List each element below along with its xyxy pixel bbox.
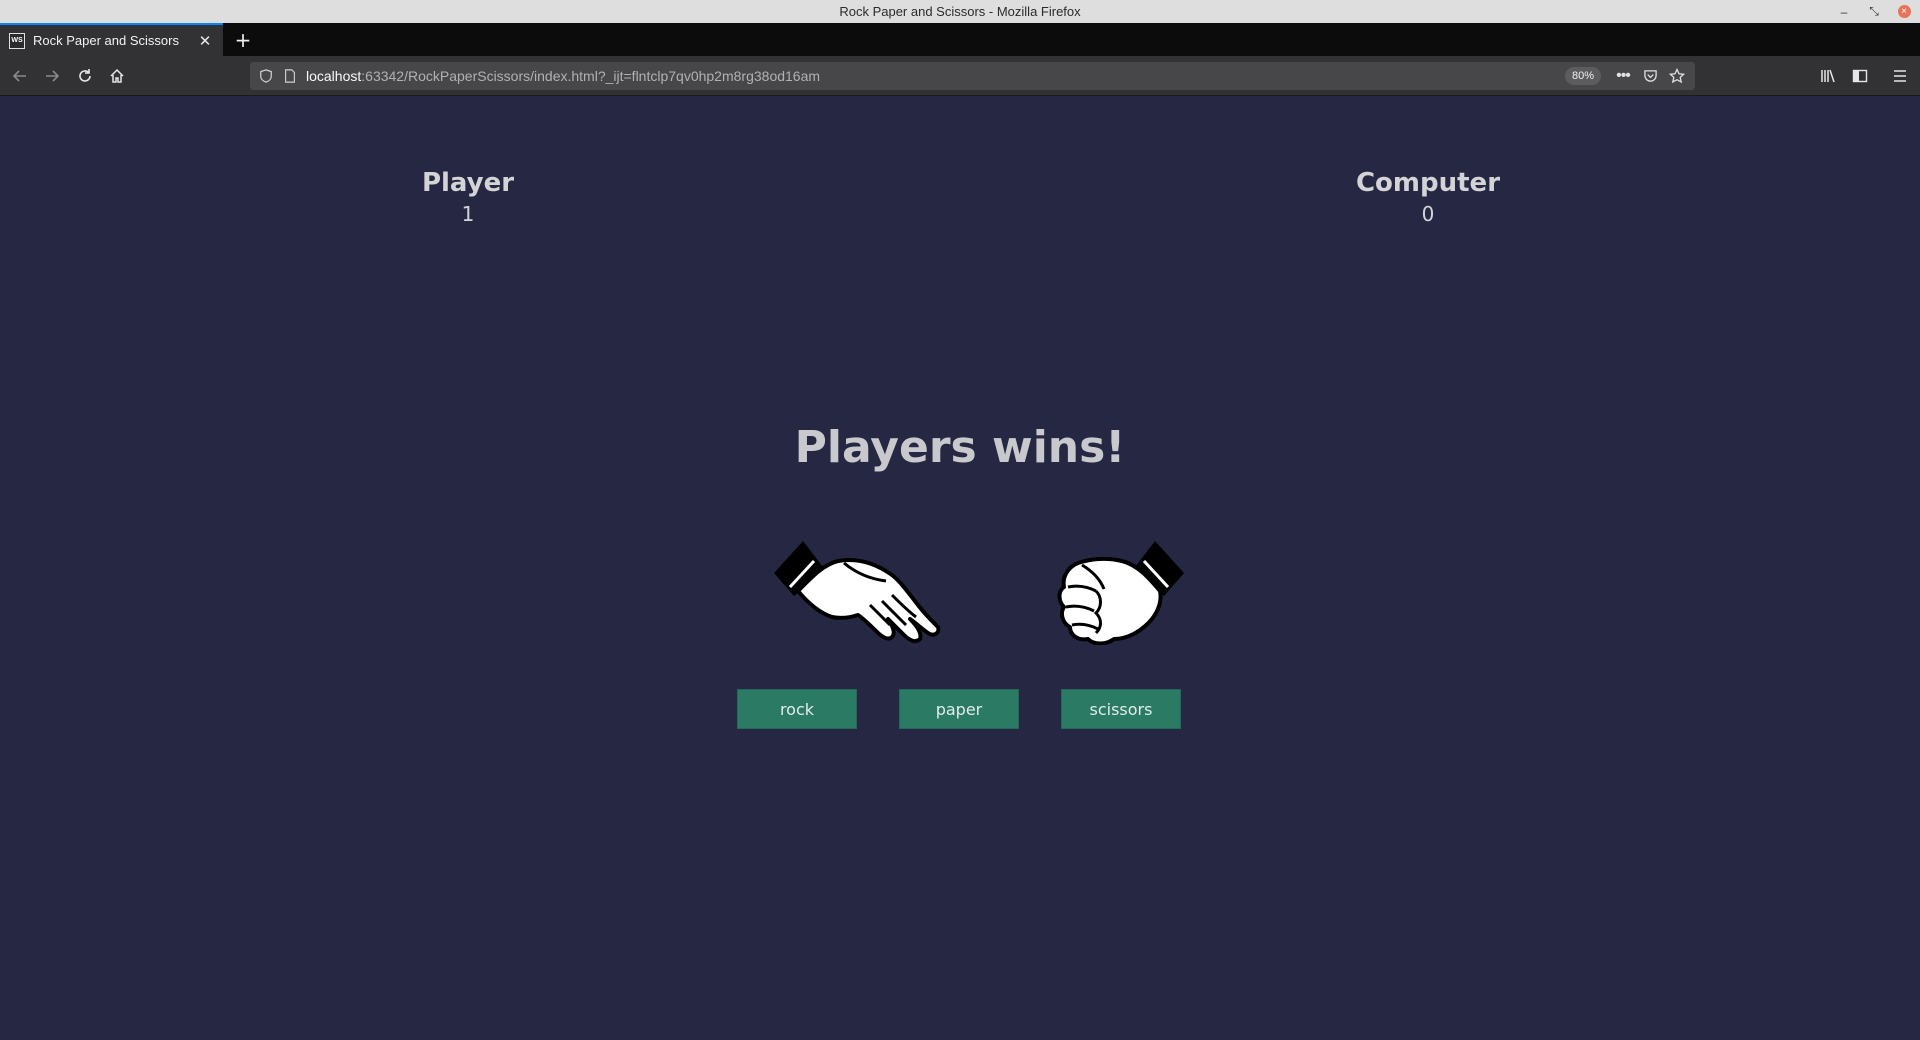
window-titlebar: Rock Paper and Scissors - Mozilla Firefo…: [0, 0, 1920, 23]
rock-button[interactable]: rock: [737, 689, 857, 729]
forward-button[interactable]: [39, 63, 65, 89]
tab-strip: WS Rock Paper and Scissors ✕ +: [0, 23, 1920, 56]
new-tab-button[interactable]: +: [231, 28, 255, 52]
player-score-panel: Player 1: [368, 168, 568, 226]
url-bar[interactable]: localhost:63342/RockPaperScissors/index.…: [250, 62, 1695, 90]
more-icon: •••: [1616, 67, 1631, 84]
computer-score: 0: [1421, 202, 1435, 226]
computer-score-panel: Computer 0: [1328, 168, 1528, 226]
tab-title: Rock Paper and Scissors: [33, 33, 179, 48]
star-icon: [1669, 68, 1685, 84]
paper-button[interactable]: paper: [899, 689, 1019, 729]
pocket-button[interactable]: [1640, 67, 1660, 85]
url-path: :63342/RockPaperScissors/index.html?_ijt…: [361, 68, 821, 84]
pocket-icon: [1643, 70, 1657, 82]
computer-label: Computer: [1355, 168, 1501, 198]
restore-icon: ⤡: [1869, 4, 1879, 18]
menu-icon: [1894, 70, 1906, 82]
page-icon[interactable]: [282, 68, 298, 84]
close-window-button[interactable]: ×: [1896, 0, 1912, 23]
library-button[interactable]: [1815, 63, 1841, 89]
navigation-toolbar: localhost:63342/RockPaperScissors/index.…: [0, 56, 1920, 96]
reload-button[interactable]: [72, 63, 98, 89]
close-icon: ×: [1897, 5, 1911, 18]
bookmark-star-button[interactable]: [1667, 67, 1687, 85]
choice-buttons: rock paper scissors: [737, 689, 1181, 729]
sidebar-icon: [1852, 69, 1868, 83]
player-paper-hand-icon: [774, 541, 941, 644]
back-button[interactable]: [7, 63, 33, 89]
shield-icon[interactable]: [258, 68, 274, 84]
forward-icon: [46, 70, 60, 82]
main-menu-button[interactable]: [1887, 63, 1913, 89]
tab-close-icon[interactable]: ✕: [197, 33, 213, 50]
reload-icon: [79, 69, 91, 82]
back-icon: [12, 70, 26, 82]
sidebar-toggle-button[interactable]: [1847, 63, 1873, 89]
restore-window-button[interactable]: ⤡: [1866, 0, 1882, 23]
player-label: Player: [421, 168, 515, 198]
page-actions-button[interactable]: •••: [1613, 67, 1633, 85]
window-title: Rock Paper and Scissors - Mozilla Firefo…: [839, 4, 1081, 19]
minimize-icon: –: [1840, 4, 1848, 19]
computer-rock-hand-icon: [1057, 541, 1184, 645]
webstorm-favicon-icon: WS: [9, 32, 25, 49]
plus-icon: +: [234, 28, 252, 52]
home-icon: [110, 68, 124, 83]
minimize-window-button[interactable]: –: [1836, 0, 1852, 23]
zoom-level-badge[interactable]: 80%: [1564, 67, 1601, 85]
player-score: 1: [461, 202, 475, 226]
game-page: Player 1 Computer 0 Players wins! rock p…: [0, 96, 1920, 1040]
library-icon: [1821, 69, 1835, 83]
tab-rock-paper-scissors[interactable]: WS Rock Paper and Scissors ✕: [0, 23, 223, 56]
url-host: localhost: [306, 68, 362, 84]
scissors-button[interactable]: scissors: [1061, 689, 1181, 729]
home-button[interactable]: [104, 63, 130, 89]
result-message: Players wins!: [794, 422, 1126, 473]
